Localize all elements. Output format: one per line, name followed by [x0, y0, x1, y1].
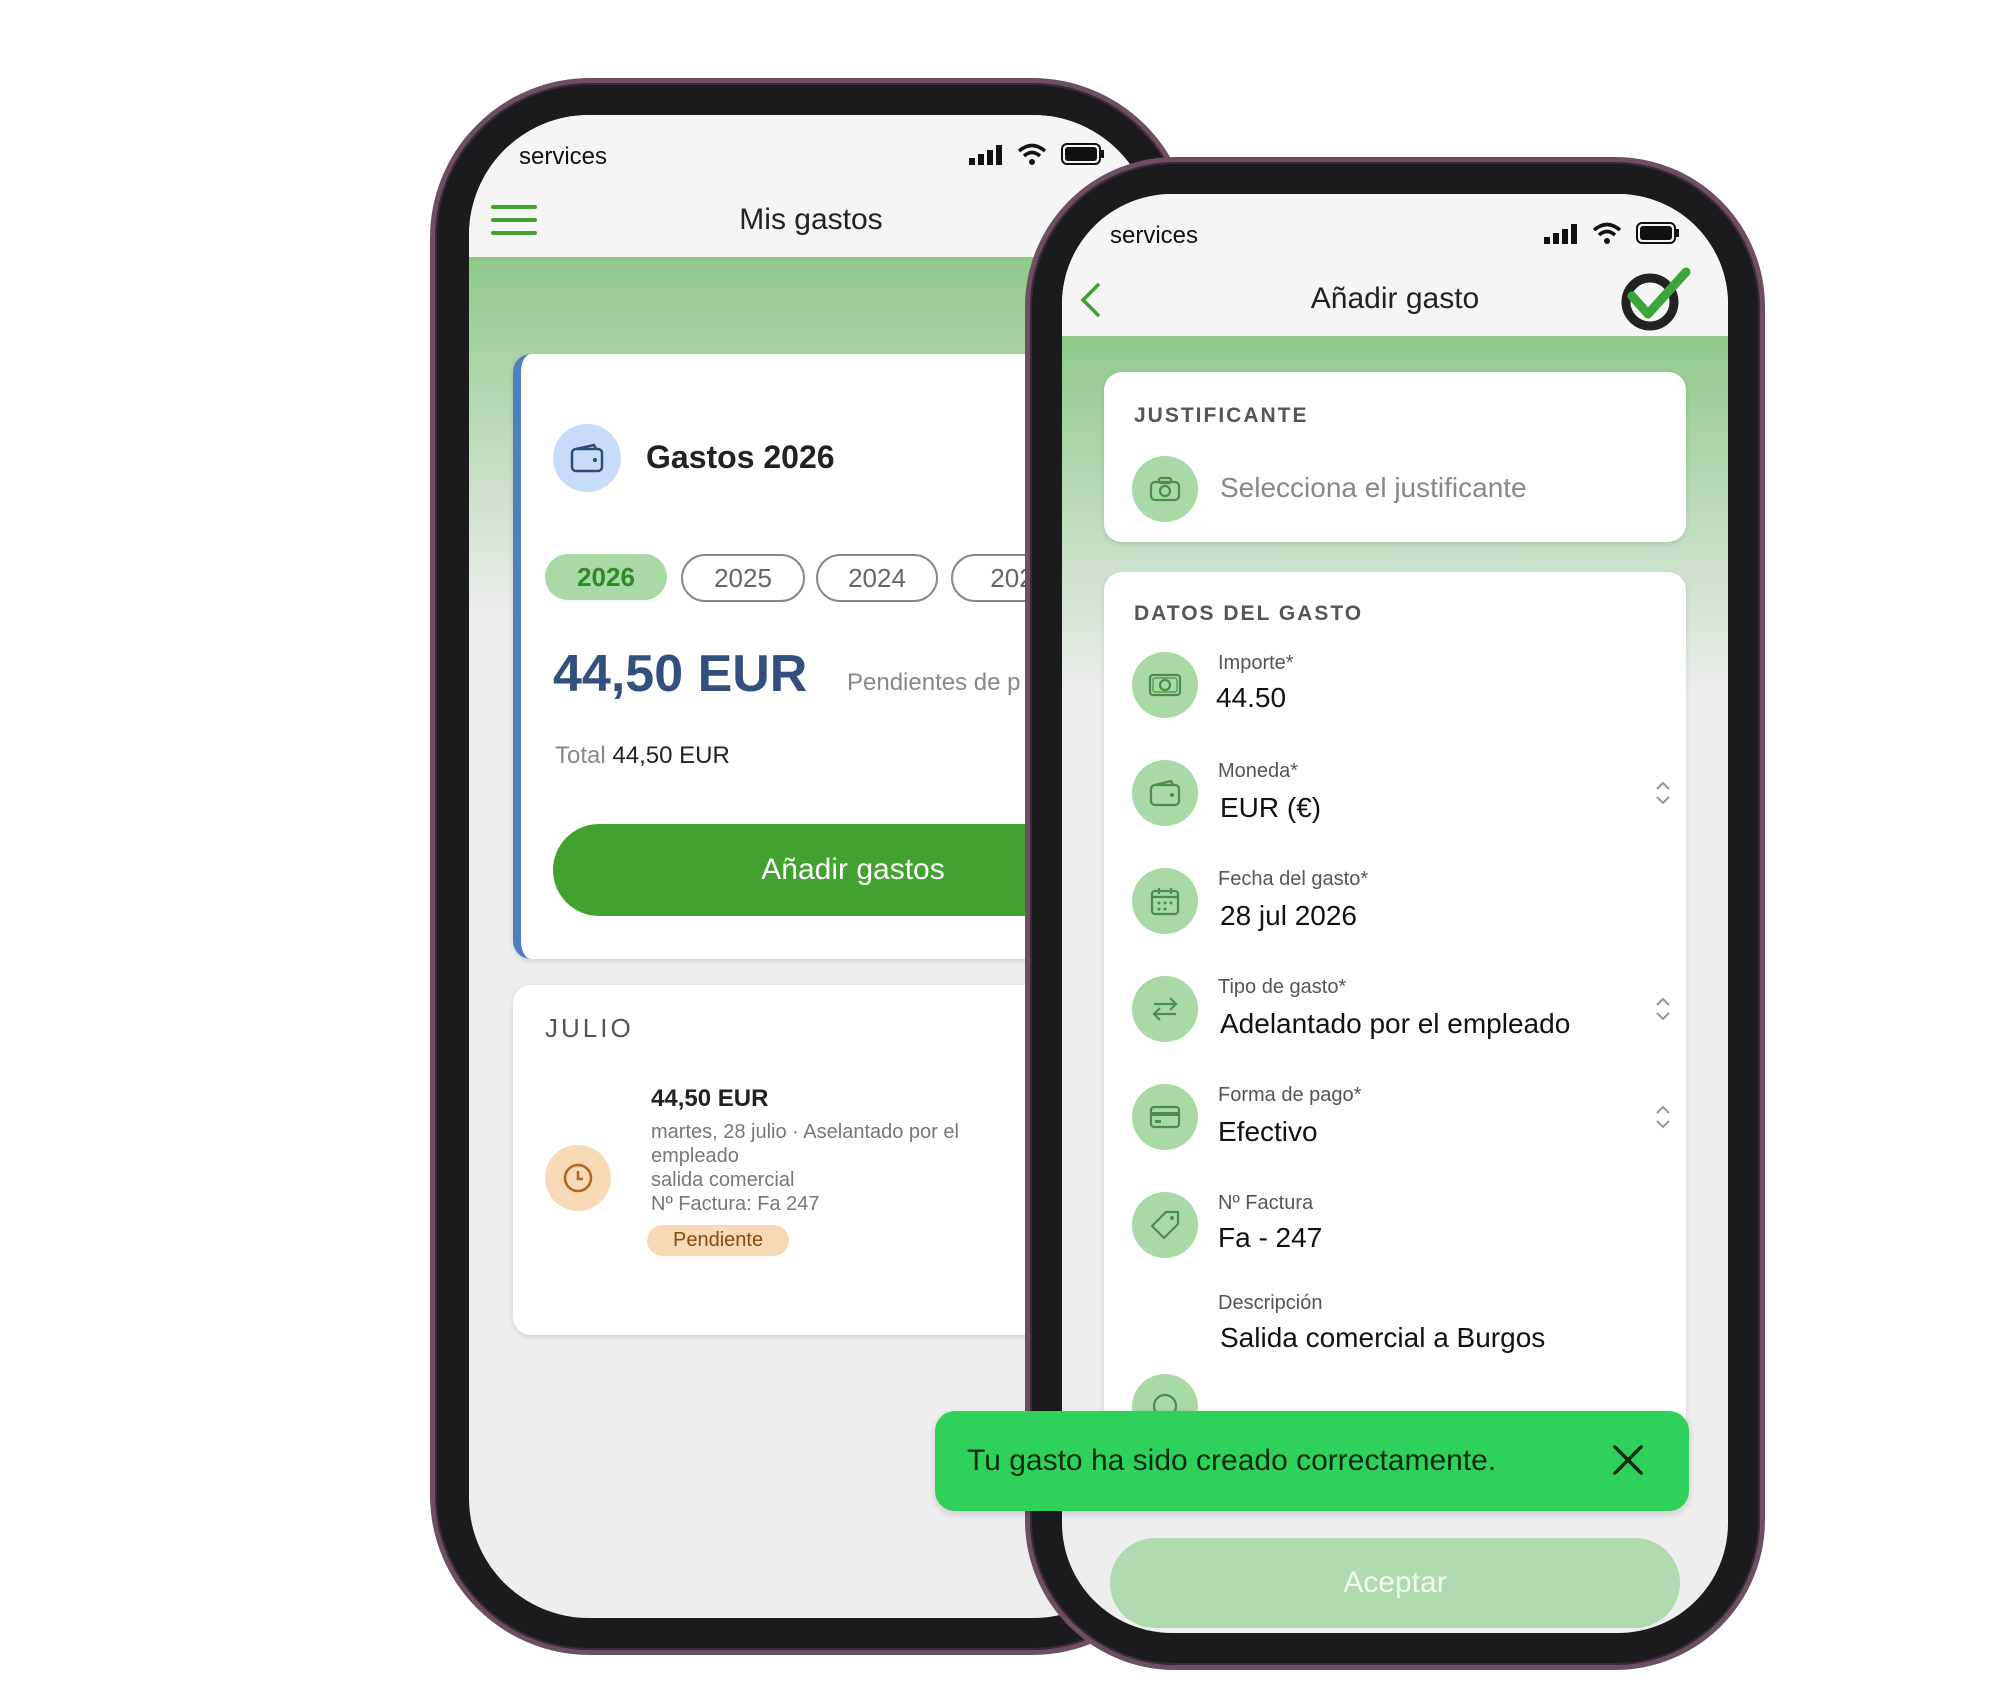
field-value: 44.50	[1216, 682, 1287, 713]
field-label: Fecha del gasto*	[1218, 868, 1369, 890]
expense-line-4: Nº Factura: Fa 247	[651, 1193, 820, 1215]
status-bar: services	[1062, 194, 1728, 264]
pending-icon-circle	[545, 1145, 611, 1211]
app-bar: Añadir gasto	[1062, 264, 1728, 336]
wifi-icon	[1017, 143, 1047, 165]
datos-heading: DATOS DEL GASTO	[1134, 602, 1364, 625]
select-chevron-icon	[1656, 781, 1670, 805]
wifi-icon	[1592, 222, 1622, 244]
total-row: Total 44,50 EUR	[555, 742, 730, 770]
field-moneda[interactable]: Moneda* EUR (€)	[1132, 760, 1672, 840]
expense-line-3: salida comercial	[651, 1169, 795, 1191]
wallet-icon-circle	[1132, 760, 1198, 826]
field-importe[interactable]: Importe* 44.50	[1132, 652, 1672, 732]
justificante-heading: JUSTIFICANTE	[1134, 404, 1309, 427]
pending-label: Pendientes de p	[847, 669, 1021, 696]
wallet-icon-circle	[553, 424, 621, 492]
expense-line-1: martes, 28 julio · Aselantado por el	[651, 1121, 959, 1143]
field-descripcion[interactable]: Descripción Salida comercial a Burgos	[1132, 1292, 1672, 1440]
field-label: Descripción	[1218, 1292, 1323, 1314]
accept-button[interactable]: Aceptar	[1110, 1538, 1680, 1628]
tag-icon	[1150, 1210, 1180, 1240]
camera-icon	[1149, 476, 1181, 502]
credit-card-icon	[1149, 1105, 1181, 1129]
field-value: 28 jul 2026	[1220, 900, 1358, 931]
total-label: Total	[555, 742, 606, 769]
justificante-placeholder: Selecciona el justificante	[1220, 472, 1527, 503]
logo-check-icon	[1621, 267, 1691, 331]
year-tab-2026[interactable]: 2026	[545, 554, 667, 600]
carrier-label: services	[1110, 222, 1199, 249]
summary-heading: Gastos 2026	[646, 439, 835, 475]
field-tipo[interactable]: Tipo de gasto* Adelantado por el emplead…	[1132, 976, 1672, 1056]
signal-icon	[969, 145, 1002, 165]
field-value: Adelantado por el empleado	[1220, 1008, 1571, 1039]
field-label: Tipo de gasto*	[1218, 976, 1347, 998]
field-value: Fa - 247	[1218, 1222, 1323, 1253]
signal-icon	[1544, 224, 1577, 244]
carrier-label: services	[519, 143, 608, 170]
battery-icon	[1636, 222, 1679, 244]
field-label: Forma de pago*	[1218, 1084, 1362, 1106]
transfer-icon-circle	[1132, 976, 1198, 1042]
select-justificante[interactable]: Selecciona el justificante	[1132, 456, 1672, 526]
tag-icon-circle	[1132, 1192, 1198, 1258]
field-label: Moneda*	[1218, 760, 1299, 782]
calendar-icon-circle	[1132, 868, 1198, 934]
wallet-icon	[1149, 779, 1181, 807]
camera-icon-circle	[1132, 456, 1198, 522]
field-value: Salida comercial a Burgos	[1220, 1322, 1546, 1353]
battery-icon	[1061, 143, 1104, 165]
money-icon-circle	[1132, 652, 1198, 718]
select-chevron-icon	[1656, 997, 1670, 1021]
year-tab-2025[interactable]: 2025	[681, 554, 805, 602]
calendar-icon	[1150, 888, 1180, 916]
total-value: 44,50 EUR	[612, 742, 730, 769]
year-tab-2024[interactable]: 2024	[816, 554, 938, 602]
transfer-icon	[1152, 997, 1178, 1021]
justificante-card: JUSTIFICANTE Selecciona el justificante	[1104, 372, 1686, 542]
wallet-icon	[570, 443, 604, 473]
field-label: Importe*	[1218, 652, 1294, 674]
expense-line-2: empleado	[651, 1145, 739, 1167]
field-factura[interactable]: Nº Factura Fa - 247	[1132, 1192, 1672, 1272]
status-badge: Pendiente	[647, 1225, 790, 1256]
select-chevron-icon	[1656, 1105, 1670, 1129]
clock-icon	[563, 1163, 593, 1193]
field-value: Efectivo	[1218, 1116, 1318, 1147]
pending-amount: 44,50 EUR	[553, 645, 808, 703]
card-icon-circle	[1132, 1084, 1198, 1150]
field-fecha[interactable]: Fecha del gasto* 28 jul 2026	[1132, 868, 1672, 948]
status-bar: services	[469, 115, 1153, 185]
field-label: Nº Factura	[1218, 1192, 1314, 1214]
close-icon[interactable]	[1611, 1443, 1645, 1477]
toast-message: Tu gasto ha sido creado correctamente.	[967, 1444, 1497, 1477]
field-value: EUR (€)	[1220, 792, 1322, 823]
month-label: JULIO	[545, 1013, 634, 1043]
money-icon	[1148, 673, 1182, 697]
success-toast: Tu gasto ha sido creado correctamente.	[935, 1411, 1689, 1511]
expense-amount: 44,50 EUR	[651, 1085, 769, 1112]
datos-card: DATOS DEL GASTO Importe* 44.50 Moneda* E…	[1104, 572, 1686, 1502]
field-forma-pago[interactable]: Forma de pago* Efectivo	[1132, 1084, 1672, 1164]
